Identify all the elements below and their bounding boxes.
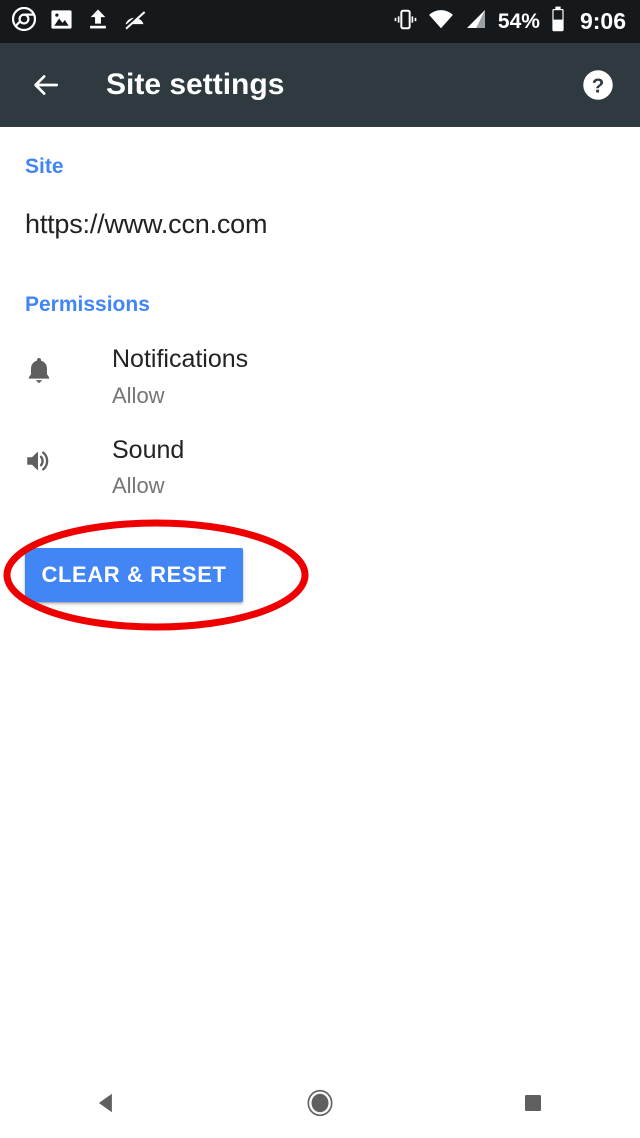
vibrate-icon <box>393 7 418 37</box>
nav-back-button[interactable] <box>67 1075 147 1131</box>
page-title: Site settings <box>106 68 285 101</box>
permission-state: Allow <box>112 473 165 499</box>
cellular-signal-icon <box>464 7 488 36</box>
upload-icon <box>87 8 109 35</box>
system-navigation-bar <box>0 1068 640 1138</box>
status-bar-right-icons: 54% 9:06 <box>393 6 626 37</box>
permission-row-notifications[interactable]: Notifications Allow <box>0 317 640 408</box>
permissions-section-header: Permissions <box>25 293 150 316</box>
circle-home-icon <box>307 1089 333 1117</box>
image-icon <box>50 8 73 36</box>
battery-icon <box>550 6 566 37</box>
status-bar-left-icons <box>11 6 146 36</box>
square-recents-icon <box>525 1095 542 1111</box>
wifi-icon <box>428 6 454 37</box>
site-section-header: Site <box>25 155 64 178</box>
nav-recents-button[interactable] <box>493 1075 573 1131</box>
status-bar-clock: 9:06 <box>579 8 626 34</box>
svg-text:?: ? <box>592 74 605 97</box>
permission-title: Notifications <box>112 345 249 373</box>
data-saver-off-icon <box>123 8 146 36</box>
phone-screen: 54% 9:06 Site settings ? Site https://ww… <box>0 0 640 1138</box>
arrow-left-icon <box>34 75 58 95</box>
settings-content: Site https://www.ccn.com Permissions Not… <box>0 127 640 1068</box>
status-bar: 54% 9:06 <box>0 0 640 43</box>
permission-texts: Notifications Allow <box>112 345 249 408</box>
help-button[interactable]: ? <box>576 63 620 107</box>
permission-texts: Sound Allow <box>112 435 185 499</box>
volume-up-icon <box>19 439 59 483</box>
bell-icon <box>19 348 59 392</box>
nav-home-button[interactable] <box>280 1075 360 1131</box>
site-url-value: https://www.ccn.com <box>25 209 268 239</box>
battery-percentage: 54% <box>497 10 540 33</box>
permission-state: Allow <box>112 382 165 408</box>
clear-reset-zone: CLEAR & RESET <box>0 519 640 640</box>
triangle-back-icon <box>98 1093 112 1113</box>
back-button[interactable] <box>24 63 68 107</box>
app-bar: Site settings ? <box>0 43 640 127</box>
permission-row-sound[interactable]: Sound Allow <box>0 408 640 499</box>
help-circle-icon: ? <box>583 70 613 100</box>
chrome-icon <box>11 6 37 36</box>
clear-reset-button[interactable]: CLEAR & RESET <box>25 548 243 603</box>
permission-title: Sound <box>112 435 185 464</box>
